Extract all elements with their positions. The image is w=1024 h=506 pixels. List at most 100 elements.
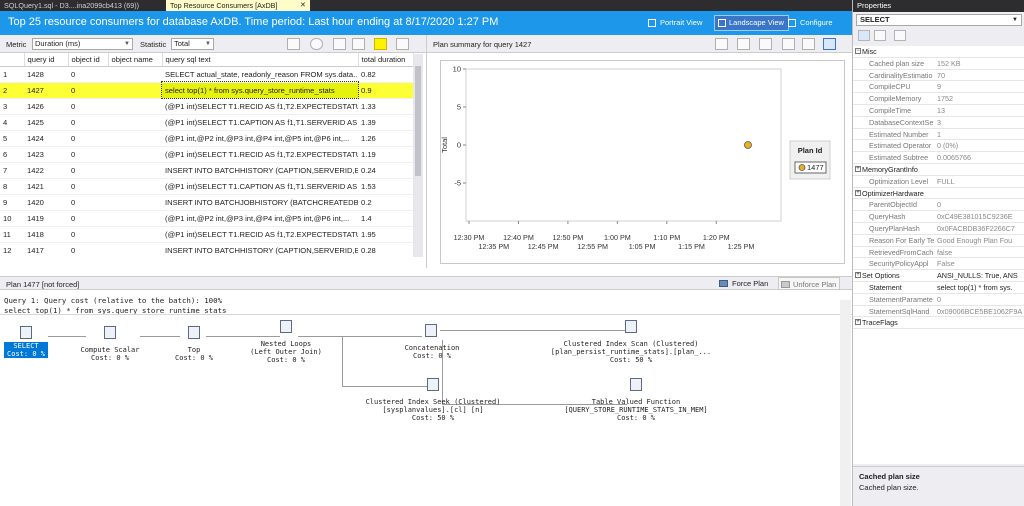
table-row[interactable]: 3 1426 0 (@P1 int)SELECT T1.RECID AS f1,T2.… — [0, 98, 413, 115]
portrait-icon — [648, 19, 656, 27]
track-query-icon[interactable] — [737, 38, 750, 50]
table-row[interactable]: 7 1422 0 INSERT INTO BATCHHISTORY (CAPTION,… — [0, 162, 413, 179]
bar-chart-icon[interactable] — [396, 38, 409, 50]
legend-label: 1477 — [807, 163, 824, 172]
properties-icon[interactable] — [802, 38, 815, 50]
alphabetical-icon[interactable] — [874, 30, 886, 41]
plan-node-top[interactable]: Top Cost: 0 % — [168, 326, 220, 362]
plan-node-compute-scalar[interactable]: Compute Scalar Cost: 0 % — [66, 326, 154, 362]
grid-view-icon[interactable] — [782, 38, 795, 50]
table-row[interactable]: 9 1420 0 INSERT INTO BATCHJOBHISTORY (BATCH… — [0, 194, 413, 211]
property-row[interactable]: Statement select top(1) * from sys. — [853, 282, 1024, 294]
property-row[interactable]: Reason For Early Te Good Enough Plan Fou — [853, 235, 1024, 247]
force-plan-button[interactable]: Force Plan — [718, 277, 768, 290]
statistic-label: Statistic — [140, 40, 167, 49]
property-category[interactable]: + Set Options ANSI_NULLS: True, ANS — [853, 270, 1024, 282]
plan-scrollbar[interactable] — [840, 300, 851, 506]
expand-icon[interactable]: + — [855, 319, 861, 326]
cell-dur: 0.24 — [358, 162, 413, 179]
statistic-select[interactable]: Total ▼ — [171, 38, 214, 50]
plan-node-nested-loops[interactable]: Nested Loops (Left Outer Join) Cost: 0 % — [236, 320, 336, 364]
landscape-view-button[interactable]: Landscape View — [714, 15, 789, 31]
portrait-view-button[interactable]: Portrait View — [648, 16, 702, 30]
table-row[interactable]: 5 1424 0 (@P1 int,@P2 int,@P3 int,@P4 int,@… — [0, 130, 413, 147]
column-header[interactable]: object id — [68, 53, 109, 67]
property-row[interactable]: CompileTime 13 — [853, 105, 1024, 117]
configure-button[interactable]: Configure — [788, 16, 833, 30]
property-row[interactable]: StatementSqlHand 0x09006BCE5BE1062F9A — [853, 306, 1024, 318]
categorized-icon[interactable] — [858, 30, 870, 41]
column-header[interactable]: query id — [24, 53, 69, 67]
grid-scrollbar[interactable] — [413, 54, 423, 257]
table-row[interactable]: 11 1418 0 (@P1 int)SELECT T1.RECID AS f1,T2… — [0, 226, 413, 243]
property-row[interactable]: CompileCPU 9 — [853, 81, 1024, 94]
refresh-icon[interactable] — [715, 38, 728, 50]
property-row[interactable]: CompileMemory 1752 — [853, 93, 1024, 105]
close-tab-icon[interactable]: ✕ — [300, 0, 306, 11]
plan-node-concatenation[interactable]: Concatenation Cost: 0 % — [392, 324, 472, 360]
expand-icon[interactable]: + — [855, 272, 861, 279]
property-row[interactable]: Estimated Subtree 0.0065766 — [853, 152, 1024, 164]
chart-view-icon[interactable] — [759, 38, 772, 50]
view-plan-icon[interactable] — [333, 38, 346, 50]
property-row[interactable]: Optimization Level FULL — [853, 176, 1024, 188]
property-row[interactable]: DatabaseContextSe 3 — [853, 117, 1024, 129]
property-row[interactable]: QueryHash 0xC49E381015C9236E — [853, 211, 1024, 223]
property-category[interactable]: + MemoryGrantInfo — [853, 164, 1024, 176]
table-row[interactable]: 8 1421 0 (@P1 int)SELECT T1.CAPTION AS f1,T… — [0, 178, 413, 195]
table-row[interactable]: 10 1419 0 (@P1 int,@P2 int,@P3 int,@P4 int,… — [0, 210, 413, 227]
expand-icon[interactable]: + — [855, 189, 861, 196]
property-category[interactable]: − Misc — [853, 46, 1024, 58]
property-row[interactable]: ParentObjectId 0 — [853, 199, 1024, 212]
property-category[interactable]: + TraceFlags — [853, 317, 1024, 330]
collapse-icon[interactable]: − — [855, 48, 861, 54]
concatenation-label: Concatenation — [404, 344, 460, 352]
table-row[interactable]: 1 1428 0 SELECT actual_state, readonly_reas… — [0, 66, 413, 83]
scroll-thumb[interactable] — [415, 66, 421, 176]
chart-view-icon[interactable] — [352, 38, 365, 50]
property-value: 0 — [937, 294, 941, 304]
property-row[interactable]: CardinalityEstimatio 70 — [853, 70, 1024, 82]
column-header[interactable]: object name — [108, 53, 163, 67]
compute-scalar-label: Compute Scalar — [80, 346, 140, 354]
table-row[interactable]: 2 1427 0 select top(1) * from sys.query_sto… — [0, 81, 413, 99]
property-row[interactable]: QueryPlanHash 0x0FACBDB36F2266C7 — [853, 223, 1024, 235]
cell-qid: 1419 — [24, 210, 68, 227]
plan-node-clustered-index-seek[interactable]: Clustered Index Seek (Clustered) [syspla… — [350, 378, 516, 422]
refresh-icon[interactable] — [287, 38, 300, 50]
properties-toolbar — [856, 29, 1022, 43]
properties-object-select[interactable]: SELECT ▼ — [856, 14, 1022, 26]
tab-top-resource-consumers[interactable]: Top Resource Consumers [AxDB] — [166, 0, 310, 11]
chart-svg: 10 5 0 -5 Total 12:30 PM 12:40 PM 12:50 PM 1:00 … — [440, 65, 831, 251]
grid-view-icon[interactable] — [374, 38, 387, 50]
property-row[interactable]: Estimated Number 1 — [853, 129, 1024, 141]
property-name: DatabaseContextSe — [869, 117, 934, 127]
property-row[interactable]: StatementParamete 0 — [853, 294, 1024, 306]
property-row[interactable]: SecurityPolicyAppl False — [853, 258, 1024, 271]
table-row[interactable]: 4 1425 0 (@P1 int)SELECT T1.CAPTION AS f1,T… — [0, 114, 413, 131]
cell-n: 11 — [0, 226, 24, 243]
tab-sqlquery1[interactable]: SQLQuery1.sql - D3....ina2099cb413 (69)) — [0, 0, 166, 11]
cell-dur: 1.53 — [358, 178, 413, 195]
metric-select[interactable]: Duration (ms) ▼ — [32, 38, 133, 50]
expand-icon[interactable]: + — [855, 165, 861, 172]
table-row[interactable]: 12 1417 0 INSERT INTO BATCHHISTORY (CAPTION… — [0, 242, 413, 256]
plan-node-clustered-index-scan[interactable]: Clustered Index Scan (Clustered) [plan_p… — [548, 320, 714, 364]
legend-title: Plan Id — [798, 146, 823, 155]
property-pages-icon[interactable] — [894, 30, 906, 41]
property-category[interactable]: + OptimizerHardware — [853, 188, 1024, 200]
column-header[interactable]: query sql text — [162, 53, 359, 67]
cell-dur: 1.39 — [358, 114, 413, 131]
cell-oname — [108, 82, 162, 99]
property-row[interactable]: RetrievedFromCach false — [853, 247, 1024, 259]
property-row[interactable]: Estimated Operator 0 (0%) — [853, 140, 1024, 153]
plan-node-select[interactable]: SELECT Cost: 0 % — [4, 326, 48, 358]
column-header[interactable]: total duration — [358, 53, 414, 67]
property-row[interactable]: Cached plan size 152 KB — [853, 58, 1024, 70]
unforce-plan-button[interactable]: Unforce Plan — [778, 277, 841, 290]
column-header[interactable] — [0, 53, 25, 67]
track-query-icon[interactable] — [310, 38, 323, 50]
plan-node-table-valued-function[interactable]: Table Valued Function [QUERY_STORE_RUNTI… — [556, 378, 716, 422]
expand-icon[interactable] — [823, 38, 836, 50]
table-row[interactable]: 6 1423 0 (@P1 int)SELECT T1.RECID AS f1,T2.… — [0, 146, 413, 163]
